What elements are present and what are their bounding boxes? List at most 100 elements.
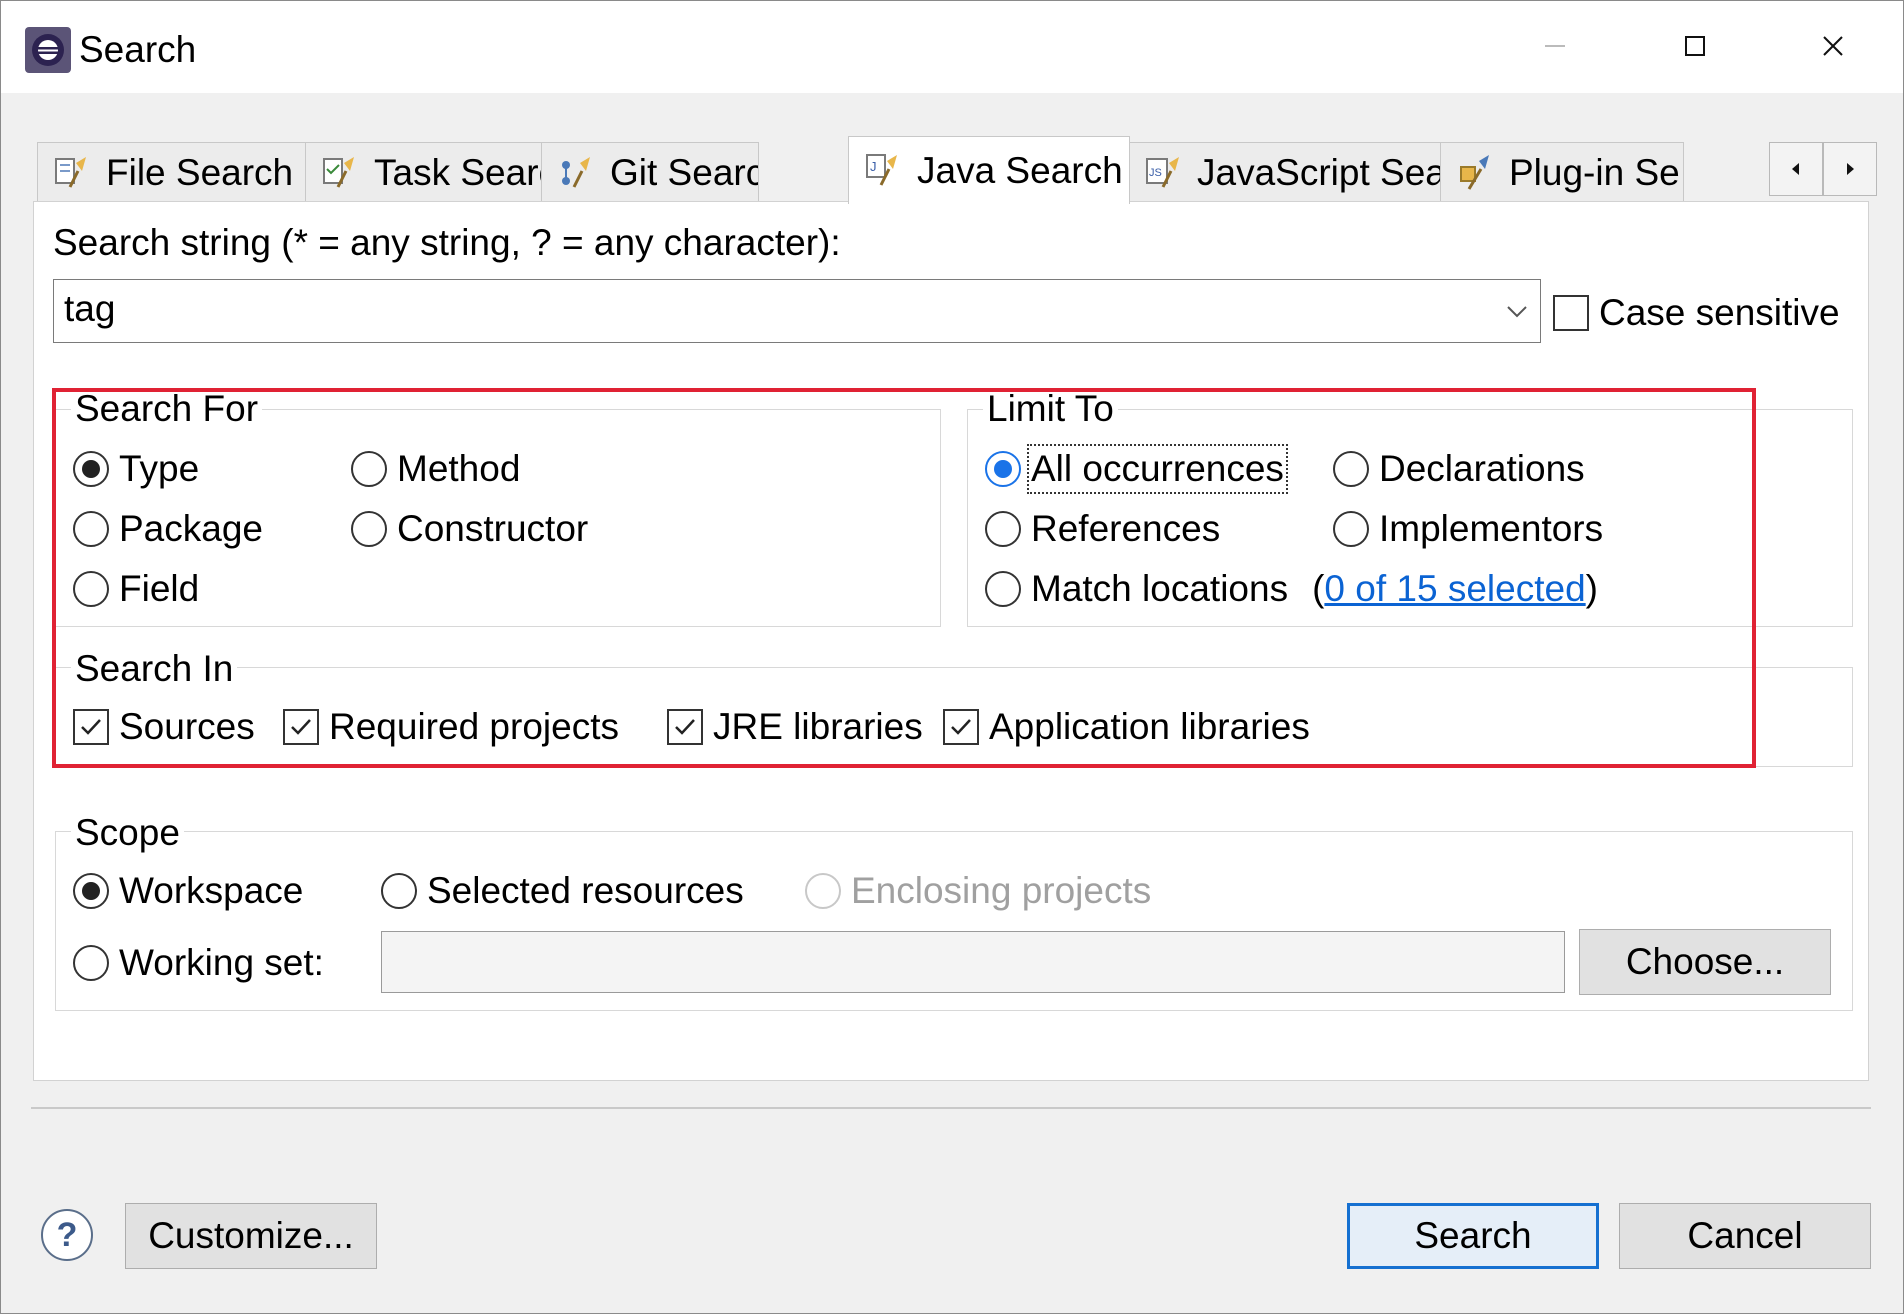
search-string-label: Search string (* = any string, ? = any c… [53,222,841,263]
chevron-down-icon[interactable] [1504,298,1530,324]
search-for-title: Search For [71,387,263,431]
search-string-combo[interactable]: tag [53,279,1541,343]
radio-field-label: Field [119,568,200,609]
checkmark-icon [291,719,311,735]
tab-label: Git Search [610,151,758,193]
paren-open: ( [1312,568,1325,609]
checkbox-required-projects-label: Required projects [329,706,619,747]
checkbox-box[interactable] [283,709,319,745]
close-button[interactable] [1773,15,1893,77]
radio-circle[interactable] [73,571,109,607]
tab-label: Task Search [374,151,542,193]
checkbox-application-libraries[interactable]: Application libraries [943,705,1310,749]
match-locations-selection-link[interactable]: 0 of 15 selected [1324,568,1585,610]
checkbox-box[interactable] [1553,295,1589,331]
paren-close: ) [1585,568,1598,609]
checkbox-box[interactable] [667,709,703,745]
radio-selected-resources[interactable]: Selected resources [381,869,744,913]
radio-workspace-label: Workspace [119,870,304,911]
git-search-icon [562,156,590,188]
radio-method[interactable]: Method [351,447,520,491]
tab-javascript-search[interactable]: JS JavaScript Search [1128,142,1442,202]
case-sensitive-checkbox[interactable]: Case sensitive [1553,291,1840,335]
checkbox-jre-libraries[interactable]: JRE libraries [667,705,923,749]
radio-circle[interactable] [985,511,1021,547]
search-in-title: Search In [71,647,238,691]
scope-title: Scope [71,811,184,855]
radio-references-label: References [1031,508,1221,549]
radio-circle[interactable] [73,451,109,487]
tab-scroll-left-button[interactable] [1769,142,1823,196]
checkbox-box[interactable] [943,709,979,745]
radio-circle[interactable] [351,511,387,547]
radio-circle[interactable] [1333,451,1369,487]
search-button[interactable]: Search [1347,1203,1599,1269]
radio-package[interactable]: Package [73,507,263,551]
window-title: Search [79,29,197,70]
eclipse-app-icon [25,27,71,73]
radio-enclosing-projects-label: Enclosing projects [851,870,1152,911]
cancel-button[interactable]: Cancel [1619,1203,1871,1269]
checkbox-application-libraries-label: Application libraries [989,706,1310,747]
tab-java-search[interactable]: J Java Search [848,136,1130,204]
radio-method-label: Method [397,448,521,489]
tab-task-search[interactable]: Task Search [305,142,543,202]
footer-separator [31,1107,1871,1109]
radio-all-occurrences[interactable]: All occurrences [985,444,1288,494]
tab-file-search[interactable]: File Search [37,142,307,202]
help-icon[interactable]: ? [41,1209,93,1261]
tab-label: JavaScript Search [1197,151,1442,193]
maximize-icon [1685,36,1705,56]
radio-type[interactable]: Type [73,447,199,491]
radio-field[interactable]: Field [73,567,199,611]
radio-circle [805,873,841,909]
radio-type-label: Type [119,448,200,489]
checkbox-jre-libraries-label: JRE libraries [713,706,923,747]
tab-git-search[interactable]: Git Search [541,142,759,202]
choose-button[interactable]: Choose... [1579,929,1831,995]
tab-scroll-right-button[interactable] [1823,142,1877,196]
radio-declarations[interactable]: Declarations [1333,447,1585,491]
radio-working-set[interactable]: Working set: [73,941,324,985]
minimize-button[interactable] [1495,15,1615,77]
radio-circle[interactable] [985,451,1021,487]
tab-plugin-search[interactable]: Plug-in Se [1440,142,1684,202]
tab-label: Plug-in Se [1509,151,1680,193]
radio-workspace[interactable]: Workspace [73,869,303,913]
javascript-search-icon: JS [1146,156,1179,188]
radio-circle[interactable] [985,571,1021,607]
radio-implementors[interactable]: Implementors [1333,507,1603,551]
minimize-icon [1545,45,1565,47]
svg-text:J: J [870,159,877,174]
radio-match-locations[interactable]: Match locations (0 of 15 selected) [985,567,1598,611]
radio-circle[interactable] [381,873,417,909]
radio-enclosing-projects: Enclosing projects [805,869,1151,913]
maximize-button[interactable] [1635,15,1755,77]
case-sensitive-label: Case sensitive [1599,292,1840,333]
radio-declarations-label: Declarations [1379,448,1585,489]
close-icon [1823,36,1843,56]
checkbox-required-projects[interactable]: Required projects [283,705,619,749]
radio-working-set-label: Working set: [119,942,324,983]
checkmark-icon [951,719,971,735]
working-set-field[interactable] [381,931,1565,993]
checkbox-box[interactable] [73,709,109,745]
limit-to-title: Limit To [983,387,1118,431]
java-search-icon: J [866,153,897,186]
radio-constructor[interactable]: Constructor [351,507,588,551]
title-bar: Search [1,1,1903,93]
radio-references[interactable]: References [985,507,1220,551]
radio-circle[interactable] [73,873,109,909]
plugin-search-icon [1460,154,1489,190]
radio-circle[interactable] [73,511,109,547]
checkbox-sources[interactable]: Sources [73,705,255,749]
checkbox-sources-label: Sources [119,706,255,747]
radio-circle[interactable] [73,945,109,981]
task-search-icon [323,156,354,188]
radio-circle[interactable] [1333,511,1369,547]
checkmark-icon [81,719,101,735]
radio-circle[interactable] [351,451,387,487]
chevron-left-icon [1792,163,1799,175]
tab-label: File Search [106,151,294,193]
customize-button[interactable]: Customize... [125,1203,377,1269]
